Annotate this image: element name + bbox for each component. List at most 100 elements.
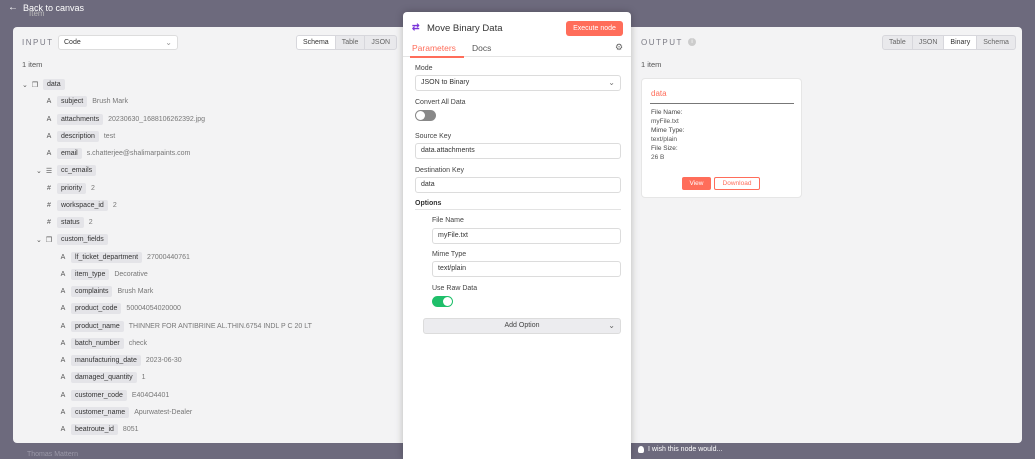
destination-key-value: data: [421, 181, 435, 188]
output-tab-binary[interactable]: Binary: [944, 36, 978, 49]
gear-icon[interactable]: ⚙: [615, 42, 623, 53]
field-type-icon: A: [46, 132, 52, 140]
download-button[interactable]: Download: [714, 177, 760, 190]
schema-row[interactable]: Acustomer_code E404O4401: [50, 388, 169, 403]
field-key[interactable]: description: [57, 130, 99, 142]
tab-parameters[interactable]: Parameters: [412, 43, 456, 53]
schema-row[interactable]: Aproduct_name THINNER FOR ANTIBRINE AL.TH…: [50, 319, 312, 334]
field-value: 2: [91, 184, 95, 192]
field-value: 2: [112, 201, 117, 209]
convert-all-toggle[interactable]: [415, 110, 436, 121]
field-key[interactable]: email: [57, 148, 82, 159]
use-raw-data-label: Use Raw Data: [432, 285, 478, 292]
mime-type-input[interactable]: text/plain: [432, 261, 621, 277]
output-item-count: 1 item: [641, 60, 662, 69]
field-key[interactable]: product_name: [71, 320, 124, 332]
field-key[interactable]: status: [57, 217, 84, 228]
field-key[interactable]: complaints: [71, 286, 113, 297]
field-key[interactable]: lf_ticket_department: [71, 251, 143, 263]
schema-row[interactable]: Aitem_type Decorative: [50, 267, 148, 282]
field-key[interactable]: cc_emails: [57, 165, 97, 177]
schema-row[interactable]: ⌄ ☰ cc_emails: [36, 163, 101, 178]
field-key[interactable]: subject: [57, 96, 88, 108]
schema-row[interactable]: Acustomer_name Apurwatest-Dealer: [50, 405, 192, 420]
input-node-select[interactable]: Code ⌄: [58, 35, 178, 50]
field-key[interactable]: priority: [57, 182, 87, 194]
destination-key-label: Destination Key: [415, 167, 465, 174]
field-key[interactable]: damaged_quantity: [71, 372, 137, 384]
output-tab-table[interactable]: Table: [883, 36, 913, 49]
schema-row[interactable]: Adamaged_quantity 1: [50, 370, 146, 385]
field-key[interactable]: customer_name: [71, 406, 130, 418]
schema-row[interactable]: Adescription test: [36, 129, 115, 144]
field-value: Brush Mark: [117, 288, 154, 295]
execute-node-button[interactable]: Execute node: [566, 21, 623, 36]
node-title[interactable]: Move Binary Data: [427, 23, 503, 34]
info-icon[interactable]: i: [688, 38, 696, 46]
field-key[interactable]: custom_fields: [57, 234, 108, 246]
add-option-button[interactable]: Add Option ⌄: [423, 318, 621, 334]
field-key[interactable]: manufacturing_date: [71, 355, 141, 366]
field-type-icon: A: [46, 98, 52, 106]
schema-row[interactable]: ⌄ ❒ data: [22, 77, 70, 92]
output-tab-json[interactable]: JSON: [913, 36, 945, 49]
field-key[interactable]: data: [43, 79, 65, 90]
schema-row[interactable]: ⌄ ❒ custom_fields: [36, 232, 113, 247]
source-key-input[interactable]: data.attachments: [415, 143, 621, 159]
field-type-icon: A: [60, 426, 66, 433]
input-view-tabs: Schema Table JSON: [296, 35, 398, 50]
field-type-icon: A: [60, 305, 66, 313]
field-value: 2: [88, 219, 93, 226]
field-type-icon: A: [60, 374, 66, 382]
schema-row[interactable]: Acomplaints Brush Mark: [50, 284, 153, 299]
feedback-link[interactable]: I wish this node would...: [638, 446, 722, 453]
field-type-icon: ❒: [45, 236, 53, 244]
field-key[interactable]: batch_number: [71, 337, 124, 349]
source-key-label: Source Key: [415, 133, 452, 140]
schema-row[interactable]: Abeatroute_id 8051: [50, 422, 139, 437]
input-tab-table[interactable]: Table: [336, 36, 366, 49]
output-title: OUTPUT: [641, 38, 683, 47]
schema-row[interactable]: # priority 2: [36, 181, 95, 196]
file-name-input-value: myFile.txt: [438, 232, 468, 239]
lightbulb-icon: [638, 446, 644, 453]
field-key[interactable]: product_code: [71, 303, 122, 315]
mode-select[interactable]: JSON to Binary ⌄: [415, 75, 621, 91]
input-tab-schema[interactable]: Schema: [297, 36, 336, 49]
schema-row[interactable]: Amanufacturing_date 2023-06-30: [50, 353, 182, 368]
chevron-down-icon: ⌄: [608, 78, 615, 87]
field-type-icon: ❒: [31, 81, 39, 89]
file-name-input[interactable]: myFile.txt: [432, 228, 621, 244]
field-key[interactable]: item_type: [71, 268, 110, 280]
schema-row[interactable]: Aattachments 20230630_1688106262392.jpg: [36, 112, 205, 127]
field-value: THINNER FOR ANTIBRINE AL.THIN.6754 INDL …: [128, 322, 312, 330]
chevron-down-icon[interactable]: ⌄: [36, 167, 44, 175]
binary-data-card: data File Name: myFile.txt Mime Type: te…: [641, 78, 802, 198]
tab-docs[interactable]: Docs: [472, 43, 491, 53]
chevron-down-icon[interactable]: ⌄: [22, 81, 30, 89]
convert-all-label: Convert All Data: [415, 99, 466, 106]
field-value: Apurwatest-Dealer: [134, 408, 193, 416]
schema-row[interactable]: # status 2: [36, 215, 93, 230]
output-tab-schema[interactable]: Schema: [977, 36, 1015, 49]
field-value: 50004054020000: [126, 305, 181, 313]
chevron-down-icon[interactable]: ⌄: [36, 236, 44, 244]
schema-row[interactable]: Abatch_number check: [50, 336, 147, 351]
schema-row[interactable]: Aproduct_code 50004054020000: [50, 301, 181, 316]
back-to-canvas-button[interactable]: ← Back to canvas: [8, 2, 84, 13]
modal-header: ⇄ Move Binary Data Execute node: [403, 12, 631, 45]
destination-key-input[interactable]: data: [415, 177, 621, 193]
use-raw-data-toggle[interactable]: [432, 296, 453, 307]
source-key-value: data.attachments: [421, 147, 475, 154]
schema-row[interactable]: # workspace_id 2: [36, 198, 117, 213]
field-key[interactable]: workspace_id: [57, 199, 108, 211]
field-key[interactable]: customer_code: [71, 389, 127, 401]
schema-row[interactable]: Asubject Brush Mark: [36, 94, 128, 109]
schema-row[interactable]: Alf_ticket_department 27000440761: [50, 250, 190, 265]
schema-row[interactable]: Aemail s.chatterjee@shalimarpaints.com: [36, 146, 190, 161]
field-key[interactable]: beatroute_id: [71, 424, 118, 435]
input-tab-json[interactable]: JSON: [365, 36, 396, 49]
field-key[interactable]: attachments: [57, 113, 104, 125]
view-button[interactable]: View: [682, 177, 711, 190]
field-type-icon: A: [60, 391, 66, 399]
